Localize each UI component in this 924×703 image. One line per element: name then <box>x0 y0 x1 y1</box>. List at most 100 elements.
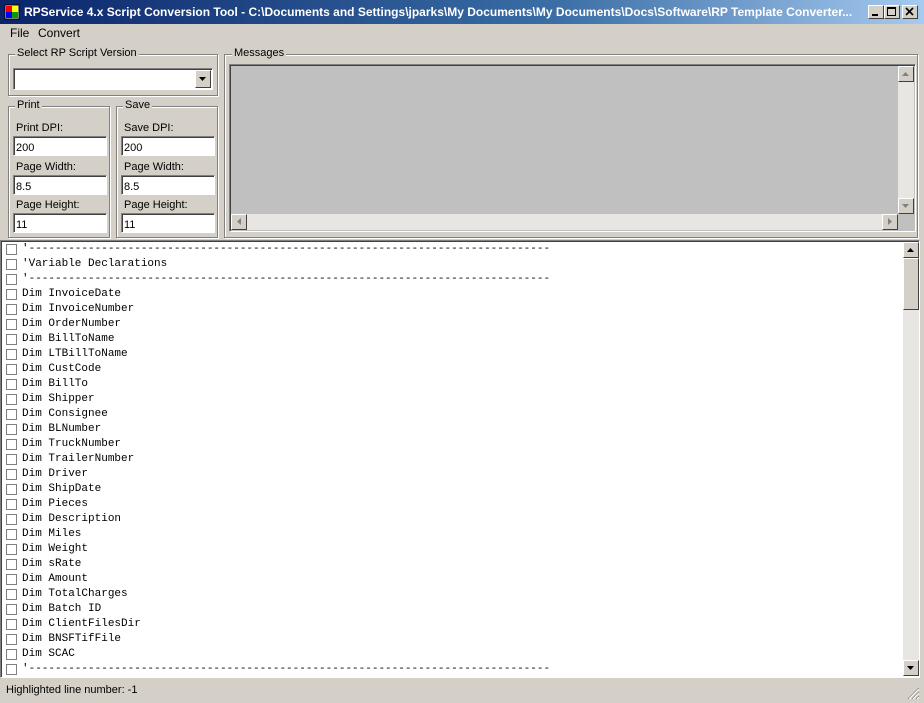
script-line-checkbox[interactable] <box>6 484 17 495</box>
script-line-checkbox[interactable] <box>6 469 17 480</box>
window-title: RPService 4.x Script Conversion Tool - C… <box>24 5 853 19</box>
script-line-row[interactable]: Dim Description <box>0 512 900 527</box>
messages-hscrollbar[interactable] <box>231 214 898 230</box>
script-line-row[interactable]: Dim TrailerNumber <box>0 452 900 467</box>
save-dpi-input[interactable] <box>121 136 215 156</box>
save-page-width-input[interactable] <box>121 175 215 195</box>
script-line-checkbox[interactable] <box>6 634 17 645</box>
script-line-checkbox[interactable] <box>6 364 17 375</box>
script-line-row[interactable]: '---------------------------------------… <box>0 242 900 257</box>
close-button[interactable] <box>902 5 918 19</box>
script-line-row[interactable]: Dim Weight <box>0 542 900 557</box>
messages-scroll-right-button[interactable] <box>882 214 898 230</box>
script-line-checkbox[interactable] <box>6 454 17 465</box>
close-icon <box>903 6 917 18</box>
script-line-row[interactable]: Dim Batch ID <box>0 602 900 617</box>
script-line-checkbox[interactable] <box>6 649 17 660</box>
script-line-checkbox[interactable] <box>6 439 17 450</box>
print-page-width-label: Page Width: <box>16 161 76 173</box>
script-line-checkbox[interactable] <box>6 409 17 420</box>
menu-convert[interactable]: Convert <box>33 25 85 41</box>
messages-scroll-down-button[interactable] <box>898 198 914 214</box>
script-line-row[interactable]: Dim SCAC <box>0 647 900 662</box>
script-line-checkbox[interactable] <box>6 259 17 270</box>
script-line-row[interactable]: '---------------------------------------… <box>0 272 900 287</box>
script-line-row[interactable]: Dim ClientFilesDir <box>0 617 900 632</box>
script-list-scroll-down-button[interactable] <box>903 660 919 676</box>
script-line-checkbox[interactable] <box>6 604 17 615</box>
script-line-checkbox[interactable] <box>6 304 17 315</box>
script-line-row[interactable]: '---------------------------------------… <box>0 662 900 676</box>
script-line-row[interactable]: Dim BillToName <box>0 332 900 347</box>
script-line-row[interactable]: Dim Consignee <box>0 407 900 422</box>
script-line-text: 'Variable Declarations <box>22 258 168 270</box>
script-line-checkbox[interactable] <box>6 349 17 360</box>
messages-textarea[interactable] <box>229 64 916 232</box>
minimize-button[interactable] <box>868 5 884 19</box>
script-line-checkbox[interactable] <box>6 559 17 570</box>
script-line-row[interactable]: Dim BillTo <box>0 377 900 392</box>
script-line-checkbox[interactable] <box>6 499 17 510</box>
script-line-row[interactable]: Dim CustCode <box>0 362 900 377</box>
script-line-text: Dim BillToName <box>22 333 115 345</box>
messages-vscrollbar[interactable] <box>898 66 914 214</box>
script-line-row[interactable]: Dim InvoiceNumber <box>0 302 900 317</box>
maximize-button[interactable] <box>884 5 900 19</box>
script-list-scroll-thumb[interactable] <box>903 258 919 310</box>
script-line-text: Dim BLNumber <box>22 423 102 435</box>
script-line-text: Dim Consignee <box>22 408 108 420</box>
script-line-checkbox[interactable] <box>6 379 17 390</box>
script-line-row[interactable]: Dim BNSFTifFile <box>0 632 900 647</box>
size-grip-icon[interactable] <box>906 686 920 700</box>
script-line-text: Dim Amount <box>22 573 89 585</box>
menu-file[interactable]: File <box>5 25 34 41</box>
script-list-scroll-up-button[interactable] <box>903 242 919 258</box>
script-line-checkbox[interactable] <box>6 589 17 600</box>
script-line-row[interactable]: Dim ShipDate <box>0 482 900 497</box>
script-line-checkbox[interactable] <box>6 529 17 540</box>
script-line-text: '---------------------------------------… <box>22 663 551 675</box>
script-line-row[interactable]: Dim Shipper <box>0 392 900 407</box>
script-line-checkbox[interactable] <box>6 394 17 405</box>
script-line-row[interactable]: Dim InvoiceDate <box>0 287 900 302</box>
save-page-height-input[interactable] <box>121 213 215 233</box>
script-version-dropdown-button[interactable] <box>195 70 211 88</box>
script-line-checkbox[interactable] <box>6 334 17 345</box>
script-line-row[interactable]: Dim TotalCharges <box>0 587 900 602</box>
script-line-row[interactable]: Dim Driver <box>0 467 900 482</box>
print-dpi-input[interactable] <box>13 136 107 156</box>
script-line-text: Dim LTBillToName <box>22 348 128 360</box>
script-line-checkbox[interactable] <box>6 244 17 255</box>
messages-scroll-up-button[interactable] <box>898 66 914 82</box>
script-line-row[interactable]: Dim LTBillToName <box>0 347 900 362</box>
script-line-checkbox[interactable] <box>6 319 17 330</box>
print-page-width-input[interactable] <box>13 175 107 195</box>
script-line-text: Dim sRate <box>22 558 82 570</box>
script-line-row[interactable]: 'Variable Declarations <box>0 257 900 272</box>
arrow-right-icon <box>883 215 897 229</box>
script-line-checkbox[interactable] <box>6 544 17 555</box>
print-page-height-input[interactable] <box>13 213 107 233</box>
script-line-row[interactable]: Dim TruckNumber <box>0 437 900 452</box>
script-line-checkbox[interactable] <box>6 289 17 300</box>
script-line-checkbox[interactable] <box>6 424 17 435</box>
messages-scroll-left-button[interactable] <box>231 214 247 230</box>
script-line-checkbox[interactable] <box>6 619 17 630</box>
app-icon[interactable] <box>4 4 20 20</box>
script-line-checkbox[interactable] <box>6 274 17 285</box>
arrow-down-icon <box>904 661 918 675</box>
script-line-row[interactable]: Dim Pieces <box>0 497 900 512</box>
script-line-checkbox[interactable] <box>6 664 17 675</box>
script-line-checkbox[interactable] <box>6 574 17 585</box>
script-line-row[interactable]: Dim Miles <box>0 527 900 542</box>
title-bar[interactable]: RPService 4.x Script Conversion Tool - C… <box>0 0 924 24</box>
save-page-width-label: Page Width: <box>124 161 184 173</box>
script-line-row[interactable]: Dim OrderNumber <box>0 317 900 332</box>
script-line-row[interactable]: Dim Amount <box>0 572 900 587</box>
script-line-row[interactable]: Dim sRate <box>0 557 900 572</box>
script-line-checkbox[interactable] <box>6 514 17 525</box>
script-line-row[interactable]: Dim BLNumber <box>0 422 900 437</box>
script-line-text: Dim InvoiceDate <box>22 288 122 300</box>
script-line-text: Dim SCAC <box>22 648 75 660</box>
script-version-select[interactable] <box>13 68 213 90</box>
